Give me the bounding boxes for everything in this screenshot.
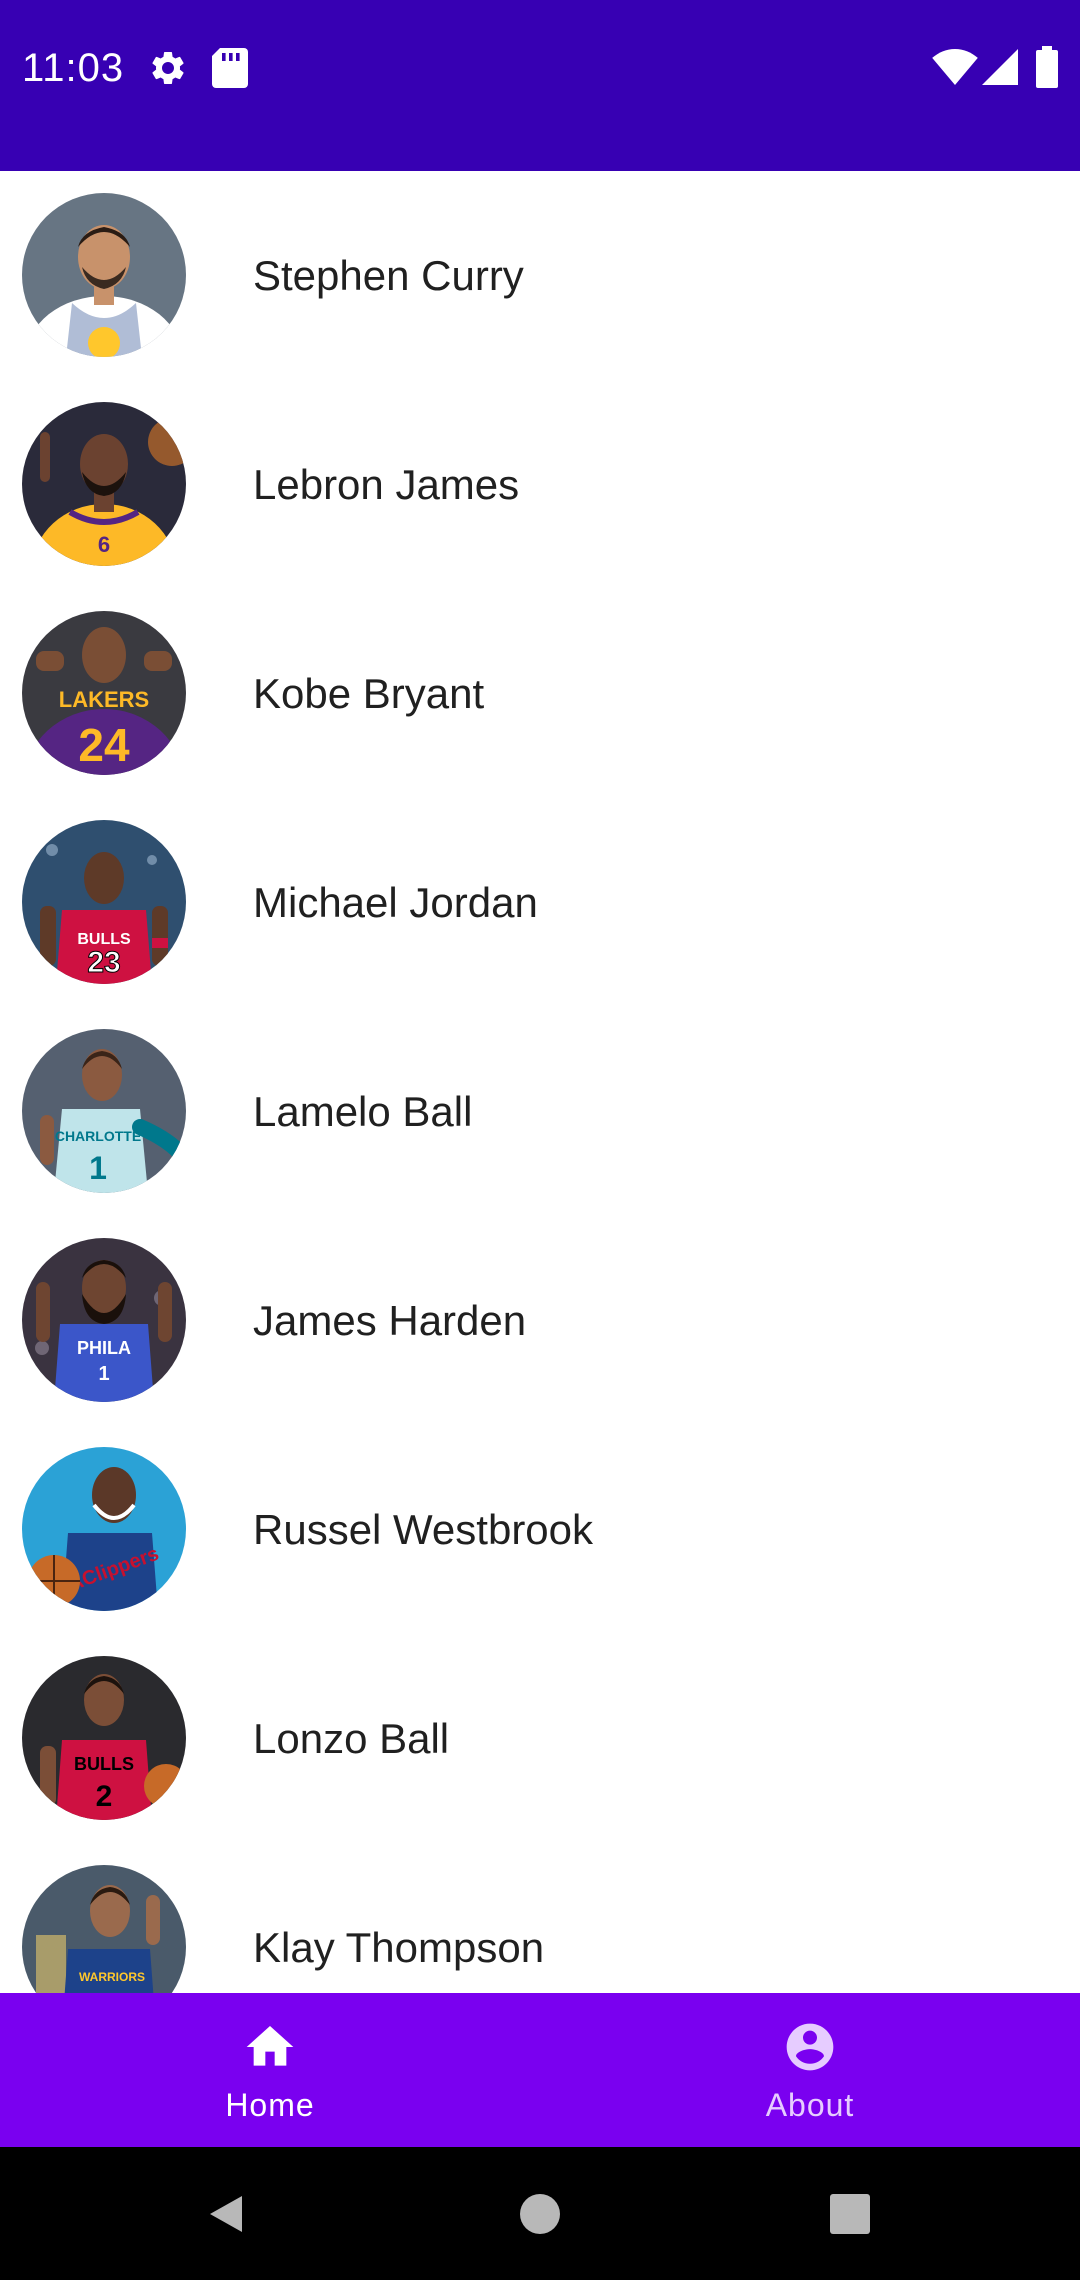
svg-text:1: 1 xyxy=(89,1150,107,1186)
bottom-navigation: Home About xyxy=(0,1993,1080,2147)
battery-icon xyxy=(1036,46,1058,88)
nav-item-home[interactable]: Home xyxy=(0,1993,540,2147)
player-name: Michael Jordan xyxy=(253,879,538,926)
list-item[interactable]: CHARLOTTE 1 Lamelo Ball xyxy=(0,1007,1080,1216)
list-item[interactable]: LAClippers Russel Westbrook xyxy=(0,1425,1080,1634)
player-avatar: BULLS 2 xyxy=(22,1656,186,1820)
list-item[interactable]: PHILA 1 James Harden xyxy=(0,1216,1080,1425)
player-avatar: CHARLOTTE 1 xyxy=(22,1029,186,1193)
home-icon xyxy=(246,2026,294,2066)
svg-text:CHARLOTTE: CHARLOTTE xyxy=(55,1128,141,1144)
list-item[interactable]: WARRIORS 11 Klay Thompson xyxy=(0,1843,1080,1993)
home-circle-icon[interactable] xyxy=(500,2174,580,2254)
svg-text:23: 23 xyxy=(87,946,120,979)
app-screen: 11:03 Stephen Curry 6 Lebron James LAKER… xyxy=(0,0,1080,2280)
svg-text:BULLS: BULLS xyxy=(74,1754,134,1774)
player-avatar: LAKERS 24 xyxy=(22,611,186,775)
nav-label-about: About xyxy=(765,2087,855,2123)
wifi-icon xyxy=(932,48,978,86)
system-navigation-bar xyxy=(0,2147,1080,2280)
nav-item-about[interactable]: About xyxy=(540,1993,1080,2147)
settings-icon xyxy=(152,51,184,84)
player-list[interactable]: Stephen Curry 6 Lebron James LAKERS 24 K… xyxy=(0,171,1080,1993)
player-name: Lebron James xyxy=(253,461,520,508)
list-item[interactable]: 6 Lebron James xyxy=(0,380,1080,589)
list-item[interactable]: LAKERS 24 Kobe Bryant xyxy=(0,589,1080,798)
player-avatar: BULLS 23 xyxy=(22,820,186,984)
svg-text:24: 24 xyxy=(78,719,130,771)
account-circle-icon xyxy=(786,2023,834,2071)
svg-text:6: 6 xyxy=(98,532,110,557)
player-name: Stephen Curry xyxy=(253,252,524,299)
player-avatar xyxy=(22,193,186,357)
player-name: James Harden xyxy=(253,1297,527,1344)
status-time: 11:03 xyxy=(22,46,125,90)
nav-label-home: Home xyxy=(225,2087,315,2123)
recents-icon[interactable] xyxy=(810,2174,890,2254)
status-bar: 11:03 xyxy=(0,0,1080,171)
player-name: Lamelo Ball xyxy=(253,1088,473,1135)
svg-text:PHILA: PHILA xyxy=(77,1338,131,1358)
player-name: Russel Westbrook xyxy=(253,1506,594,1553)
sd-card-icon xyxy=(212,48,248,88)
back-icon[interactable] xyxy=(202,2174,248,2254)
list-item[interactable]: BULLS 23 Michael Jordan xyxy=(0,798,1080,1007)
svg-text:LAKERS: LAKERS xyxy=(59,687,149,712)
player-avatar: WARRIORS 11 xyxy=(22,1865,186,1993)
list-item[interactable]: Stephen Curry xyxy=(0,171,1080,380)
player-name: Kobe Bryant xyxy=(253,670,485,717)
svg-text:1: 1 xyxy=(98,1363,109,1385)
svg-text:WARRIORS: WARRIORS xyxy=(79,1970,145,1984)
player-name: Klay Thompson xyxy=(253,1924,545,1971)
player-avatar: LAClippers xyxy=(22,1447,186,1611)
player-name: Lonzo Ball xyxy=(253,1715,450,1762)
signal-icon xyxy=(982,49,1018,85)
player-avatar: 6 xyxy=(22,402,186,566)
svg-text:2: 2 xyxy=(96,1780,113,1813)
list-item[interactable]: BULLS 2 Lonzo Ball xyxy=(0,1634,1080,1843)
player-avatar: PHILA 1 xyxy=(22,1238,186,1402)
